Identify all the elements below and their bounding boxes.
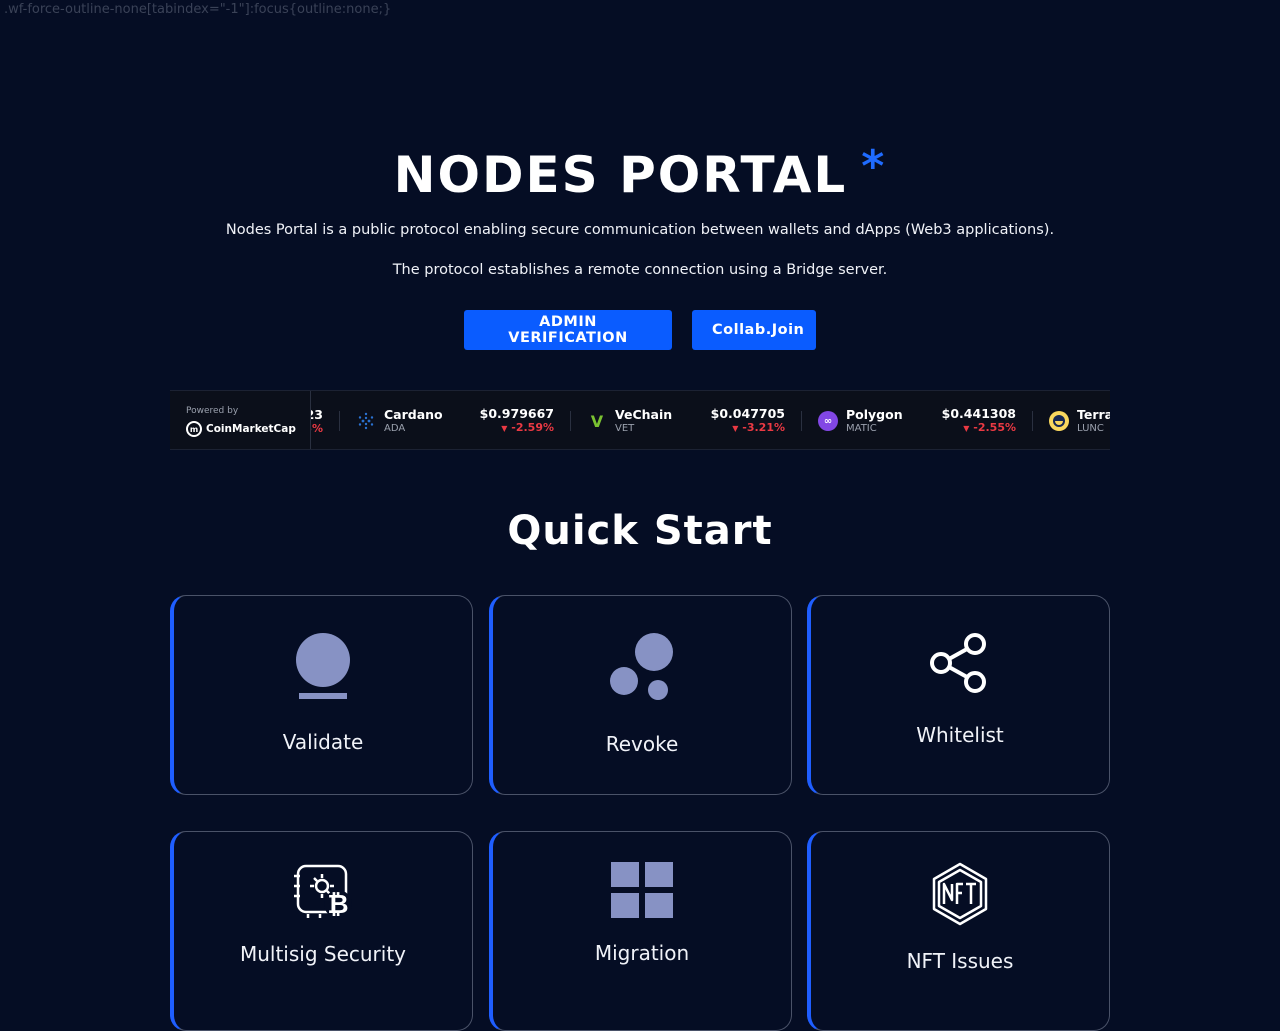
card-label: NFT Issues xyxy=(906,949,1014,973)
coin-change: -2.55% xyxy=(973,421,1016,434)
coinmarketcap-logo-icon: m xyxy=(186,421,202,437)
coinmarketcap-label: CoinMarketCap xyxy=(206,423,296,435)
coin-names: VeChain VET xyxy=(615,406,695,435)
card-label: Multisig Security xyxy=(239,942,407,966)
card-label: Revoke xyxy=(605,732,679,756)
hero: NODES PORTAL * Nodes Portal is a public … xyxy=(0,140,1280,350)
coin-symbol: VET xyxy=(615,422,635,434)
share-icon xyxy=(930,633,986,693)
ticker-item-terra-classic[interactable]: Terra C LUNC xyxy=(1033,407,1110,434)
coinmarketcap-brand: m CoinMarketCap xyxy=(186,421,310,437)
css-leak-text: .wf-force-outline-none[tabindex="-1"]:fo… xyxy=(4,2,392,17)
coin-change-row: ▼ -2.59% xyxy=(464,421,554,435)
coin-names: Terra C LUNC xyxy=(1077,406,1110,435)
quick-start-card-revoke[interactable]: Revoke xyxy=(489,595,792,795)
terra-classic-icon xyxy=(1049,411,1069,431)
ticker-item[interactable]: 25.23 5.05% xyxy=(311,407,340,435)
coin-values: $0.979667 ▼ -2.59% xyxy=(464,407,554,435)
coin-price: 25.23 xyxy=(311,406,323,422)
card-label: Validate xyxy=(282,730,364,754)
coin-name: Terra C xyxy=(1077,406,1110,422)
coin-symbol: ADA xyxy=(384,422,406,434)
quick-start-title: Quick Start xyxy=(507,508,773,554)
quick-start-card-nft-issues[interactable]: NFT Issues xyxy=(807,831,1110,1031)
coin-change: -2.59% xyxy=(511,421,554,434)
coin-names: Cardano ADA xyxy=(384,406,464,435)
coin-name: Polygon xyxy=(846,406,903,422)
coin-values: 25.23 5.05% xyxy=(311,406,323,435)
crypto-price-ticker: Powered by m CoinMarketCap 25.23 5.05% xyxy=(170,390,1110,450)
card-label: Whitelist xyxy=(916,723,1004,747)
ticker-item-polygon[interactable]: ∞ Polygon MATIC $0.441308 ▼ -2.55% xyxy=(802,407,1033,434)
asterisk-icon: * xyxy=(861,141,887,192)
coin-price: $0.441308 xyxy=(941,406,1016,421)
coin-change: -3.21% xyxy=(742,421,785,434)
coin-price: $0.047705 xyxy=(710,406,785,421)
svg-text:₿: ₿ xyxy=(327,890,348,920)
hero-subdescription: The protocol establishes a remote connec… xyxy=(392,262,888,278)
ticker-item-cardano[interactable]: Cardano ADA $0.979667 ▼ -2.59% xyxy=(340,407,571,434)
page-title: NODES PORTAL * xyxy=(394,140,887,210)
hero-description: Nodes Portal is a public protocol enabli… xyxy=(225,222,1055,238)
quick-start-card-whitelist[interactable]: Whitelist xyxy=(807,595,1110,795)
collab-join-button[interactable]: Collab.Join xyxy=(692,310,816,350)
ticker-track: 25.23 5.05% xyxy=(311,391,1110,449)
admin-verification-button[interactable]: ADMIN VERIFICATION xyxy=(464,310,672,350)
page-title-text: NODES PORTAL xyxy=(393,146,848,204)
coin-symbol: MATIC xyxy=(846,422,877,434)
coin-change: 5.05% xyxy=(311,421,323,435)
coin-name: VeChain xyxy=(615,406,673,422)
vechain-icon: V xyxy=(590,411,604,431)
coinmarketcap-badge[interactable]: Powered by m CoinMarketCap xyxy=(170,391,311,449)
coin-change-row: ▼ -3.21% xyxy=(695,421,785,435)
quick-start-card-multisig-security[interactable]: ₿ Multisig Security xyxy=(170,831,473,1031)
coin-symbol: LUNC xyxy=(1077,422,1104,434)
coin-values: $0.047705 ▼ -3.21% xyxy=(695,407,785,435)
user-icon xyxy=(296,633,350,699)
coin-name: Cardano xyxy=(384,406,443,422)
polygon-icon: ∞ xyxy=(818,411,838,431)
coin-change-row: ▼ -2.55% xyxy=(926,421,1016,435)
coin-values: $0.441308 ▼ -2.55% xyxy=(926,407,1016,435)
card-label: Migration xyxy=(594,941,690,965)
quick-start-card-migration[interactable]: Migration xyxy=(489,831,792,1031)
powered-by-label: Powered by xyxy=(186,406,239,416)
grid-icon xyxy=(611,862,673,918)
down-arrow-icon: ▼ xyxy=(963,424,970,433)
ticker-item-vechain[interactable]: V VeChain VET $0.047705 ▼ -3.21% xyxy=(571,407,802,434)
cardano-icon xyxy=(356,411,376,431)
quick-start-card-validate[interactable]: Validate xyxy=(170,595,473,795)
bitcoin-security-icon: ₿ xyxy=(294,864,352,920)
down-arrow-icon: ▼ xyxy=(501,424,508,433)
nft-icon xyxy=(932,862,988,926)
ticker-items: 25.23 5.05% xyxy=(311,391,1110,449)
down-arrow-icon: ▼ xyxy=(732,424,739,433)
bubbles-icon xyxy=(610,633,673,700)
hero-buttons: ADMIN VERIFICATION Collab.Join xyxy=(0,310,1280,350)
coin-names: Polygon MATIC xyxy=(846,406,926,435)
coin-price: $0.979667 xyxy=(479,406,554,421)
